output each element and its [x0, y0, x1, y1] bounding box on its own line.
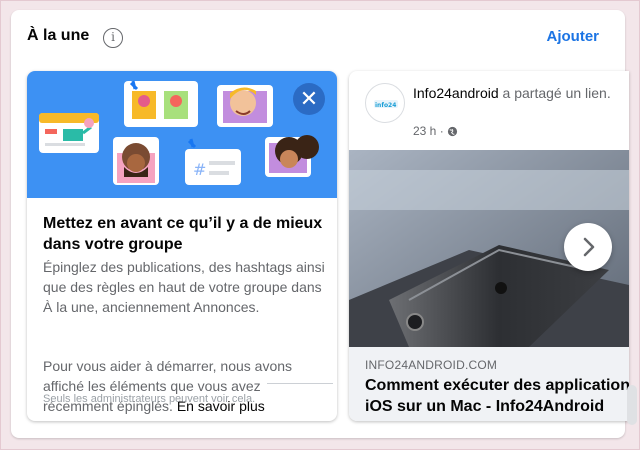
chevron-right-icon: [583, 237, 595, 257]
add-button[interactable]: Ajouter: [547, 28, 600, 45]
info-icon[interactable]: i: [103, 28, 123, 48]
svg-text:info24: info24: [375, 102, 396, 109]
link-domain: INFO24ANDROID.COM: [365, 358, 498, 372]
avatar[interactable]: info24: [365, 83, 405, 123]
shared-post-card[interactable]: info24 Info24android a partagé un lien. …: [349, 71, 629, 421]
help-text-line: Pour vous aider à démarrer, nous avons: [43, 358, 293, 374]
post-action: a partagé un lien.: [498, 85, 611, 101]
globe-icon: [447, 126, 458, 140]
link-title: Comment exécuter des applications iOS su…: [365, 375, 629, 417]
next-button[interactable]: [564, 223, 612, 271]
scrollbar[interactable]: [627, 385, 637, 425]
svg-text:#: #: [193, 160, 206, 179]
intro-card-title: Mettez en avant ce qu’il y a de mieux da…: [43, 215, 323, 253]
info24-logo-icon: info24: [374, 100, 398, 109]
post-meta: 23 h ·: [413, 124, 458, 140]
link-title-line: Comment exécuter des applications: [365, 377, 629, 394]
post-time[interactable]: 23 h ·: [413, 124, 447, 138]
hero-illustration: #: [27, 71, 337, 198]
intro-card-help-text: Pour vous aider à démarrer, nous avons a…: [43, 356, 325, 416]
section-title: À la une: [27, 27, 90, 44]
close-icon[interactable]: ✕: [293, 83, 325, 115]
link-preview-footer[interactable]: INFO24ANDROID.COM Comment exécuter des a…: [349, 347, 629, 421]
divider: [267, 383, 333, 384]
link-title-line: iOS sur un Mac - Info24Android: [365, 398, 605, 415]
post-header: Info24android a partagé un lien.: [413, 83, 613, 103]
featured-section: À la une i Ajouter # ✕ Mettez en avant c…: [11, 10, 629, 438]
admin-only-notice: Seuls les administrateurs peuvent voir c…: [43, 393, 256, 405]
featured-intro-card: # ✕ Mettez en avant ce qu’il y a de mieu…: [27, 71, 337, 421]
intro-card-description: Épinglez des publications, des hashtags …: [43, 259, 325, 315]
author-name[interactable]: Info24android: [413, 85, 499, 101]
pinned-items-illustration: #: [39, 80, 319, 185]
